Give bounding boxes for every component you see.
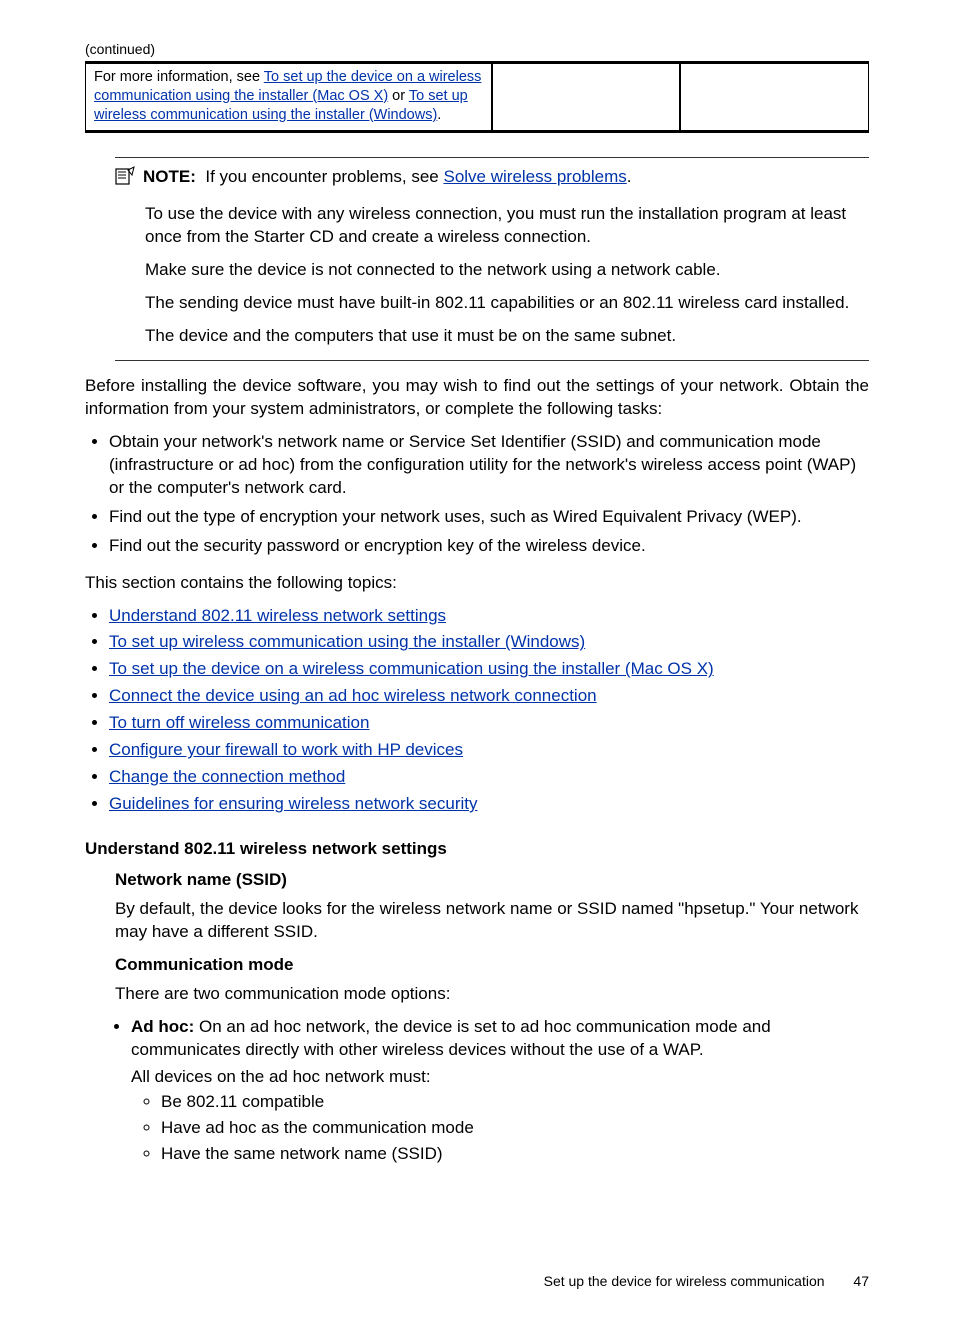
table-cell-right <box>680 63 869 132</box>
topic-link[interactable]: To set up wireless communication using t… <box>109 632 585 651</box>
page-footer: Set up the device for wireless communica… <box>544 1272 869 1291</box>
sub-list-item: Have ad hoc as the communication mode <box>161 1117 869 1140</box>
note-block: NOTE: If you encounter problems, see Sol… <box>115 157 869 361</box>
continued-label: (continued) <box>85 40 869 59</box>
topic-link[interactable]: Guidelines for ensuring wireless network… <box>109 794 478 813</box>
lead-paragraph: Before installing the device software, y… <box>85 375 869 421</box>
text: For more information, see <box>94 69 264 85</box>
list-item: Obtain your network's network name or Se… <box>109 431 869 500</box>
info-table: For more information, see To set up the … <box>85 61 869 134</box>
link-solve-wireless[interactable]: Solve wireless problems <box>443 167 626 186</box>
text: or <box>388 88 409 104</box>
table-cell-left: For more information, see To set up the … <box>85 63 492 132</box>
section-heading: Understand 802.11 wireless network setti… <box>85 838 869 861</box>
note-paragraph: To use the device with any wireless conn… <box>145 203 869 249</box>
note-paragraph: Make sure the device is not connected to… <box>145 259 869 282</box>
note-paragraph: The device and the computers that use it… <box>145 325 869 348</box>
note-label: NOTE: <box>143 167 196 186</box>
sub-list-item: Be 802.11 compatible <box>161 1091 869 1114</box>
topic-link[interactable]: To turn off wireless communication <box>109 713 369 732</box>
sub-list-item: Have the same network name (SSID) <box>161 1143 869 1166</box>
comm-intro: There are two communication mode options… <box>115 983 869 1006</box>
list-item: Find out the security password or encryp… <box>109 535 869 558</box>
ssid-title: Network name (SSID) <box>115 869 869 892</box>
adhoc-label: Ad hoc: <box>131 1017 194 1036</box>
adhoc-text: On an ad hoc network, the device is set … <box>131 1017 771 1059</box>
list-item: Find out the type of encryption your net… <box>109 506 869 529</box>
adhoc-line2: All devices on the ad hoc network must: <box>131 1066 869 1089</box>
list-item-adhoc: Ad hoc: On an ad hoc network, the device… <box>131 1016 869 1167</box>
note-icon <box>115 166 135 193</box>
note-paragraph: The sending device must have built-in 80… <box>145 292 869 315</box>
text: . <box>437 107 441 123</box>
footer-text: Set up the device for wireless communica… <box>544 1273 825 1289</box>
page-number: 47 <box>853 1273 869 1289</box>
topic-link[interactable]: Understand 802.11 wireless network setti… <box>109 606 446 625</box>
text: If you encounter problems, see <box>205 167 443 186</box>
topics-intro: This section contains the following topi… <box>85 572 869 595</box>
topic-link[interactable]: Configure your firewall to work with HP … <box>109 740 463 759</box>
comm-title: Communication mode <box>115 954 869 977</box>
table-cell-mid <box>492 63 681 132</box>
ssid-paragraph: By default, the device looks for the wir… <box>115 898 869 944</box>
topic-link[interactable]: Change the connection method <box>109 767 345 786</box>
topic-link[interactable]: To set up the device on a wireless commu… <box>109 659 714 678</box>
topic-link[interactable]: Connect the device using an ad hoc wirel… <box>109 686 597 705</box>
